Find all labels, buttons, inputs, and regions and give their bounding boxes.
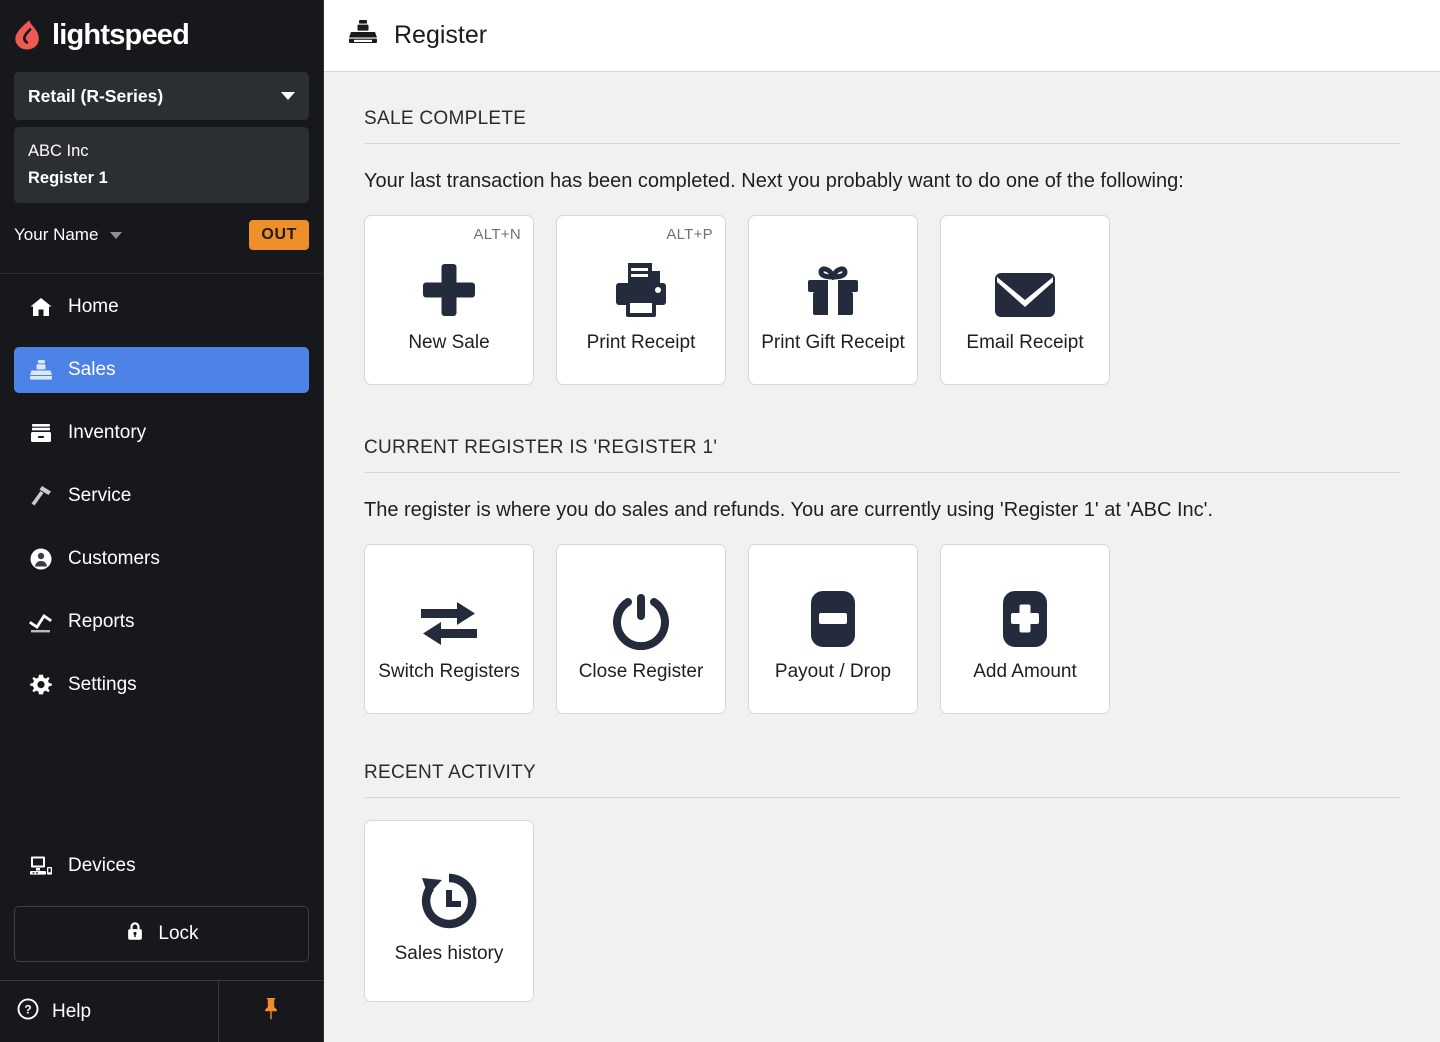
gift-icon bbox=[804, 245, 862, 321]
card-label: New Sale bbox=[400, 331, 497, 355]
sidebar-item-label: Settings bbox=[68, 674, 137, 696]
hotkey-label: ALT+N bbox=[474, 226, 522, 243]
sidebar-item-inventory[interactable]: Inventory bbox=[14, 410, 309, 456]
section-recent-activity: RECENT ACTIVITY Sales history bbox=[364, 762, 1400, 1002]
clock-status-badge[interactable]: OUT bbox=[249, 220, 309, 250]
question-circle-icon: ? bbox=[16, 997, 40, 1027]
lock-button-label: Lock bbox=[158, 923, 198, 945]
sidebar-item-label: Customers bbox=[68, 548, 160, 570]
card-label: Add Amount bbox=[965, 660, 1085, 684]
pin-sidebar-button[interactable] bbox=[219, 981, 323, 1042]
card-label: Close Register bbox=[571, 660, 712, 684]
chevron-down-icon bbox=[281, 92, 295, 100]
power-icon bbox=[612, 574, 670, 650]
hotkey-label: ALT+P bbox=[666, 226, 713, 243]
sidebar-nav: Home Sales bbox=[0, 274, 323, 725]
gear-icon bbox=[28, 672, 54, 698]
sidebar-item-customers[interactable]: Customers bbox=[14, 536, 309, 582]
new-sale-card[interactable]: ALT+N New Sale bbox=[364, 215, 534, 385]
lock-button[interactable]: Lock bbox=[14, 906, 309, 962]
sales-history-card[interactable]: Sales history bbox=[364, 820, 534, 1002]
section-spacer bbox=[364, 391, 1400, 437]
card-label: Payout / Drop bbox=[767, 660, 899, 684]
section-description: Your last transaction has been completed… bbox=[364, 144, 1400, 215]
sidebar-item-sales[interactable]: Sales bbox=[14, 347, 309, 393]
sidebar: lightspeed Retail (R-Series) ABC Inc Reg… bbox=[0, 0, 324, 1042]
chevron-down-icon bbox=[110, 232, 122, 239]
section-spacer bbox=[364, 720, 1400, 762]
sidebar-item-service[interactable]: Service bbox=[14, 473, 309, 519]
brand-name: lightspeed bbox=[52, 19, 189, 52]
section-current-register: CURRENT REGISTER IS 'REGISTER 1' The reg… bbox=[364, 437, 1400, 714]
email-receipt-card[interactable]: Email Receipt bbox=[940, 215, 1110, 385]
sidebar-bottom-bar: ? Help bbox=[0, 980, 323, 1042]
section-heading: CURRENT REGISTER IS 'REGISTER 1' bbox=[364, 437, 1400, 473]
card-label: Sales history bbox=[387, 942, 512, 966]
store-company-name: ABC Inc bbox=[28, 137, 295, 165]
action-card-row: ALT+N New Sale ALT+P bbox=[364, 215, 1400, 385]
sidebar-item-label: Sales bbox=[68, 359, 116, 381]
pushpin-icon bbox=[260, 996, 282, 1027]
sidebar-item-label: Service bbox=[68, 485, 131, 507]
action-card-row: Sales history bbox=[364, 820, 1400, 1002]
swap-arrows-icon bbox=[417, 574, 481, 650]
brand-logo[interactable]: lightspeed bbox=[0, 0, 323, 70]
context-selector-value: Retail (R-Series) bbox=[28, 86, 163, 107]
store-register-box[interactable]: ABC Inc Register 1 bbox=[14, 127, 309, 203]
user-menu[interactable]: Your Name bbox=[14, 225, 122, 245]
switch-registers-card[interactable]: Switch Registers bbox=[364, 544, 534, 714]
payout-drop-card[interactable]: Payout / Drop bbox=[748, 544, 918, 714]
page-title: Register bbox=[394, 21, 487, 50]
home-icon bbox=[28, 294, 54, 320]
lightspeed-flame-icon bbox=[14, 19, 44, 51]
card-label: Print Receipt bbox=[579, 331, 704, 355]
envelope-icon bbox=[993, 245, 1057, 321]
card-label: Print Gift Receipt bbox=[753, 331, 913, 355]
line-chart-icon bbox=[28, 609, 54, 635]
sidebar-item-home[interactable]: Home bbox=[14, 284, 309, 330]
app-root: lightspeed Retail (R-Series) ABC Inc Reg… bbox=[0, 0, 1440, 1042]
action-card-row: Switch Registers Close Register bbox=[364, 544, 1400, 714]
card-label: Email Receipt bbox=[958, 331, 1091, 355]
print-gift-receipt-card[interactable]: Print Gift Receipt bbox=[748, 215, 918, 385]
main-panel: Register SALE COMPLETE Your last transac… bbox=[324, 0, 1440, 1042]
help-button-label: Help bbox=[52, 1001, 91, 1023]
section-sale-complete: SALE COMPLETE Your last transaction has … bbox=[364, 108, 1400, 385]
svg-text:?: ? bbox=[24, 1002, 31, 1016]
hammer-icon bbox=[28, 483, 54, 509]
cash-register-icon bbox=[348, 19, 378, 52]
person-circle-icon bbox=[28, 546, 54, 572]
section-heading: SALE COMPLETE bbox=[364, 108, 1400, 144]
page-content: SALE COMPLETE Your last transaction has … bbox=[324, 72, 1440, 1008]
sidebar-item-devices[interactable]: Devices bbox=[14, 843, 309, 889]
sidebar-item-label: Home bbox=[68, 296, 119, 318]
sidebar-item-label: Reports bbox=[68, 611, 135, 633]
context-selector[interactable]: Retail (R-Series) bbox=[14, 72, 309, 120]
sidebar-item-reports[interactable]: Reports bbox=[14, 599, 309, 645]
history-clock-icon bbox=[418, 856, 480, 932]
print-receipt-card[interactable]: ALT+P bbox=[556, 215, 726, 385]
help-button[interactable]: ? Help bbox=[0, 981, 219, 1042]
sidebar-item-label: Inventory bbox=[68, 422, 146, 444]
lock-icon bbox=[124, 920, 146, 948]
minus-square-icon bbox=[808, 574, 858, 650]
plus-square-icon bbox=[1000, 574, 1050, 650]
current-register-name: Register 1 bbox=[28, 165, 295, 191]
page-header: Register bbox=[324, 0, 1440, 72]
user-row: Your Name OUT bbox=[14, 211, 309, 259]
user-name-label: Your Name bbox=[14, 225, 98, 245]
close-register-card[interactable]: Close Register bbox=[556, 544, 726, 714]
sidebar-item-label: Devices bbox=[68, 855, 136, 877]
section-heading: RECENT ACTIVITY bbox=[364, 762, 1400, 798]
drawer-icon bbox=[28, 420, 54, 446]
section-description: The register is where you do sales and r… bbox=[364, 473, 1400, 544]
printer-icon bbox=[610, 245, 672, 321]
monitor-icon bbox=[28, 853, 54, 879]
sidebar-footer: Devices Lock bbox=[0, 843, 323, 1042]
sidebar-item-settings[interactable]: Settings bbox=[14, 662, 309, 708]
card-label: Switch Registers bbox=[370, 660, 528, 684]
add-amount-card[interactable]: Add Amount bbox=[940, 544, 1110, 714]
register-icon bbox=[28, 357, 54, 383]
plus-icon bbox=[418, 245, 480, 321]
